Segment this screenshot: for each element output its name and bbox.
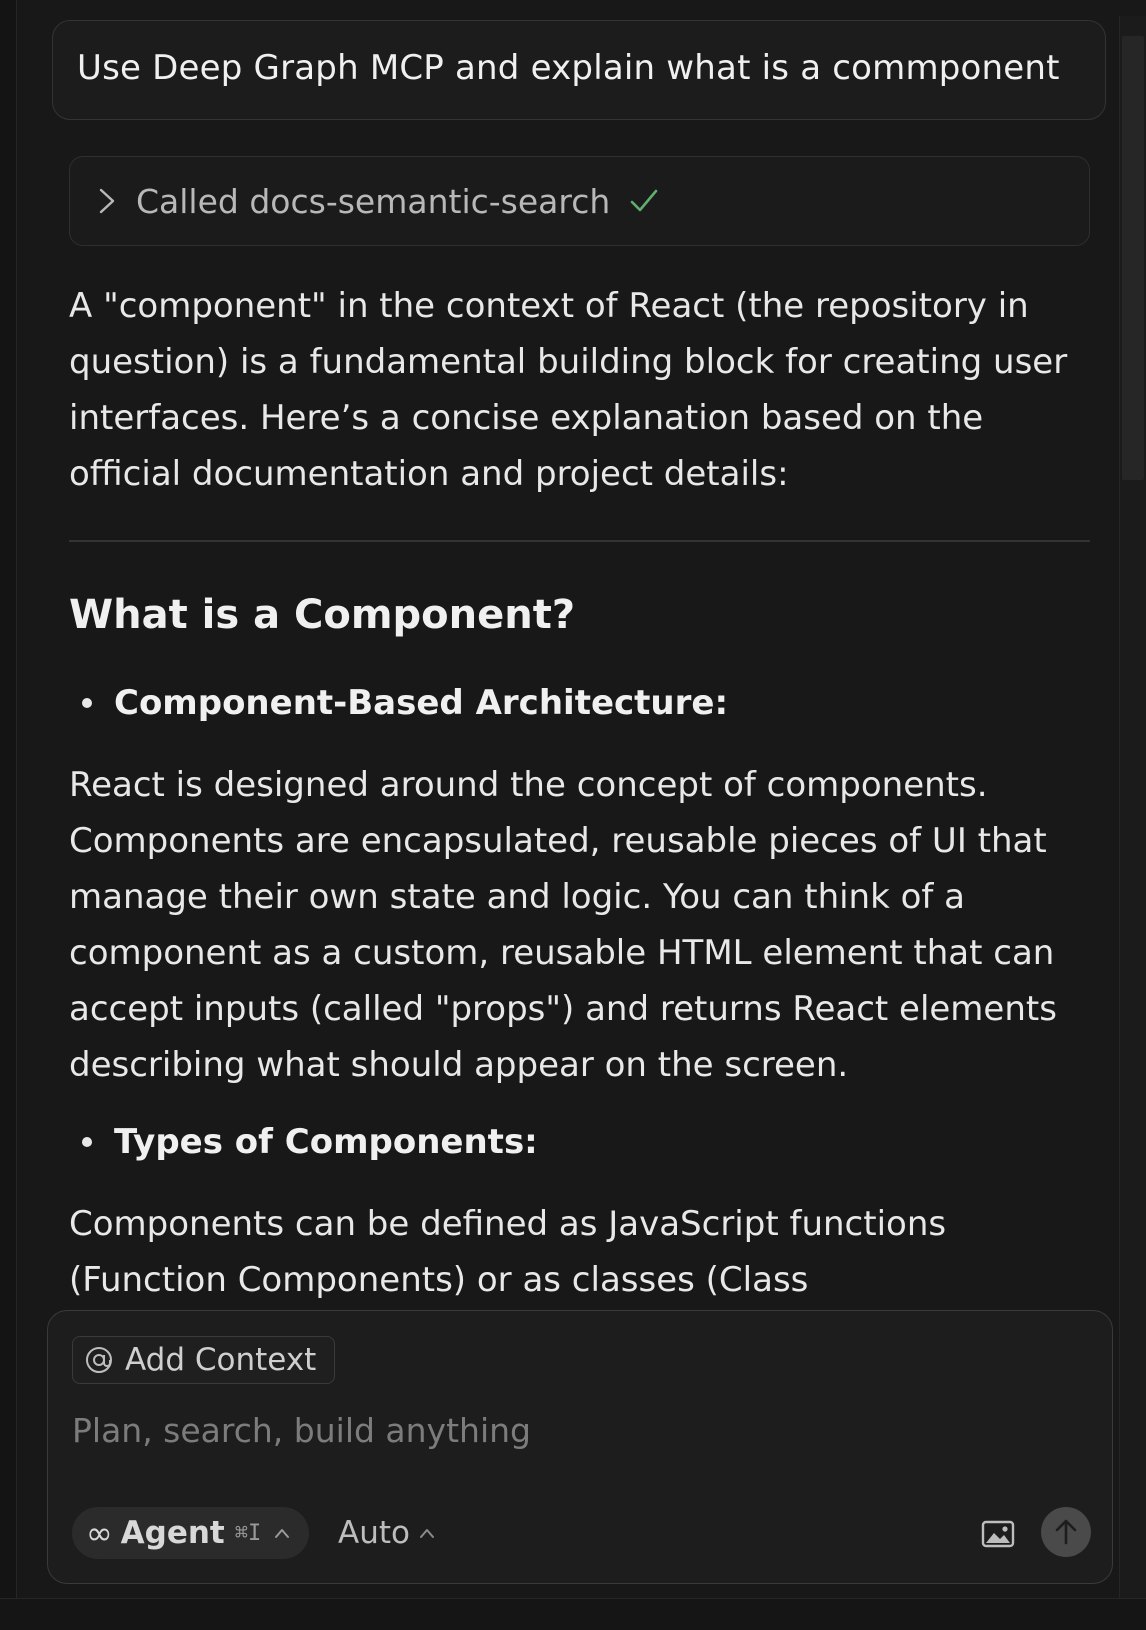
infinity-icon: ∞ [86, 1514, 113, 1552]
tool-call-row[interactable]: Called docs-semantic-search [69, 156, 1090, 246]
message-input[interactable] [72, 1411, 972, 1450]
model-selector[interactable]: Auto [338, 1507, 436, 1559]
scrollbar-thumb[interactable] [1122, 36, 1144, 480]
arrow-up-icon [1055, 1519, 1077, 1545]
composer: Add Context ∞ Agent ⌘I Auto [47, 1310, 1113, 1584]
add-context-button[interactable]: Add Context [72, 1336, 336, 1384]
bullet-item: Types of Components: [82, 1122, 538, 1162]
mode-selector[interactable]: ∞ Agent ⌘I [72, 1507, 310, 1559]
image-icon [981, 1520, 1015, 1548]
add-context-label: Add Context [125, 1342, 317, 1378]
divider [69, 540, 1090, 542]
bullet-dot [82, 698, 92, 708]
response-intro-text: A "component" in the context of React (t… [69, 286, 1068, 494]
bottom-bar [0, 1598, 1146, 1630]
chat-panel: Use Deep Graph MCP and explain what is a… [0, 0, 1146, 1630]
image-upload-button[interactable] [978, 1514, 1018, 1554]
scrollbar-track[interactable] [1119, 16, 1146, 1606]
chevron-up-icon [419, 1529, 434, 1538]
bullet-dot [82, 1137, 92, 1147]
bullet-label: Component-Based Architecture: [114, 683, 729, 723]
bullet-label: Types of Components: [114, 1122, 538, 1162]
response-intro: A "component" in the context of React (t… [69, 278, 1099, 502]
check-icon [630, 189, 658, 212]
chevron-right-icon [99, 188, 115, 214]
model-label: Auto [338, 1515, 410, 1551]
tool-call-label: Called docs-semantic-search [136, 181, 611, 221]
section-paragraph: React is designed around the concept of … [69, 765, 1057, 1085]
user-message[interactable]: Use Deep Graph MCP and explain what is a… [52, 20, 1106, 120]
chevron-up-icon [275, 1529, 290, 1538]
section-heading: What is a Component? [69, 592, 576, 638]
mode-label: Agent [120, 1515, 225, 1551]
send-button[interactable] [1041, 1507, 1091, 1557]
bullet-item: Component-Based Architecture: [82, 683, 728, 723]
mode-shortcut: ⌘I [234, 1520, 262, 1546]
section-paragraph: Components can be defined as JavaScript … [69, 1204, 947, 1300]
at-sign-icon [86, 1347, 112, 1373]
left-gutter [0, 0, 17, 1630]
user-message-text: Use Deep Graph MCP and explain what is a… [77, 48, 1060, 88]
